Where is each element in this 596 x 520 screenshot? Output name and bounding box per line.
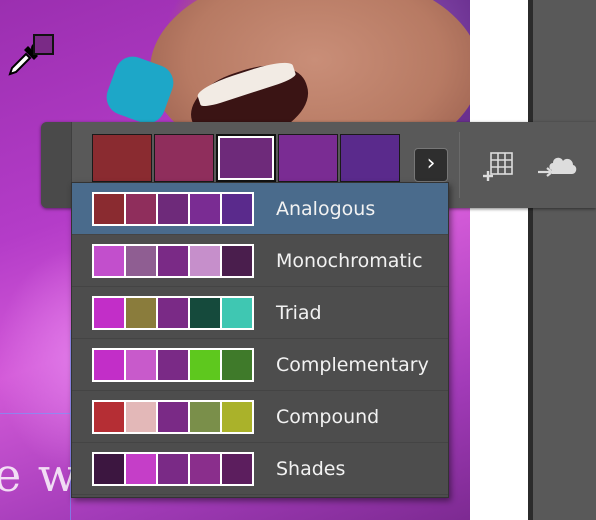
menu-item-monochromatic[interactable]: Monochromatic (72, 235, 448, 287)
cloud-upload-icon[interactable] (536, 150, 578, 184)
preview-swatch-1 (94, 402, 124, 432)
preview-swatch-5 (222, 246, 252, 276)
preview-swatch-1 (94, 298, 124, 328)
preview-swatch-2 (126, 194, 156, 224)
bar-grip-handle[interactable] (41, 122, 72, 208)
preview-swatch-5 (222, 194, 252, 224)
harmony-preview (92, 244, 254, 278)
harmony-preview (92, 452, 254, 486)
menu-item-compound[interactable]: Compound (72, 391, 448, 443)
side-panel (533, 0, 596, 520)
menu-item-label: Monochromatic (276, 250, 423, 272)
harmony-preview (92, 400, 254, 434)
preview-swatch-2 (126, 402, 156, 432)
menu-item-label: Complementary (276, 354, 429, 376)
preview-swatch-4 (190, 298, 220, 328)
menu-item-label: Triad (276, 302, 322, 324)
preview-swatch-1 (94, 350, 124, 380)
sampled-color-swatch (33, 34, 54, 55)
menu-item-label: Analogous (276, 198, 376, 220)
preview-swatch-4 (190, 454, 220, 484)
preview-swatch-5 (222, 350, 252, 380)
preview-swatch-4 (190, 402, 220, 432)
toolbar-divider (459, 132, 460, 198)
menu-item-label: Compound (276, 406, 380, 428)
theme-swatch-1[interactable] (92, 134, 152, 182)
harmony-preview (92, 192, 254, 226)
preview-swatch-5 (222, 454, 252, 484)
theme-swatch-row (92, 134, 400, 184)
menu-item-label: Shades (276, 458, 346, 480)
preview-swatch-3 (158, 402, 188, 432)
preview-swatch-1 (94, 454, 124, 484)
preview-swatch-2 (126, 246, 156, 276)
menu-item-shades[interactable]: Shades (72, 443, 448, 495)
preview-swatch-2 (126, 298, 156, 328)
harmony-rules-menu: Analogous Monochromatic Triad Complementary… (71, 182, 449, 498)
preview-swatch-3 (158, 194, 188, 224)
harmony-preview (92, 296, 254, 330)
preview-swatch-5 (222, 298, 252, 328)
preview-swatch-3 (158, 246, 188, 276)
page-edge (470, 0, 528, 520)
preview-swatch-3 (158, 454, 188, 484)
theme-swatch-4[interactable] (278, 134, 338, 182)
menu-item-analogous[interactable]: Analogous (72, 183, 448, 235)
chevron-right-icon: › (426, 151, 436, 176)
theme-swatch-5[interactable] (340, 134, 400, 182)
menu-item-complementary[interactable]: Complementary (72, 339, 448, 391)
preview-swatch-1 (94, 246, 124, 276)
harmony-preview (92, 348, 254, 382)
preview-swatch-5 (222, 402, 252, 432)
preview-swatch-4 (190, 246, 220, 276)
theme-swatch-2[interactable] (154, 134, 214, 182)
preview-swatch-3 (158, 350, 188, 380)
preview-swatch-2 (126, 350, 156, 380)
menu-item-triad[interactable]: Triad (72, 287, 448, 339)
theme-swatch-3[interactable] (216, 134, 276, 182)
preview-swatch-2 (126, 454, 156, 484)
preview-swatch-1 (94, 194, 124, 224)
preview-swatch-4 (190, 194, 220, 224)
add-swatches-icon[interactable] (481, 150, 515, 184)
preview-swatch-4 (190, 350, 220, 380)
next-theme-button[interactable]: › (414, 148, 448, 182)
preview-swatch-3 (158, 298, 188, 328)
